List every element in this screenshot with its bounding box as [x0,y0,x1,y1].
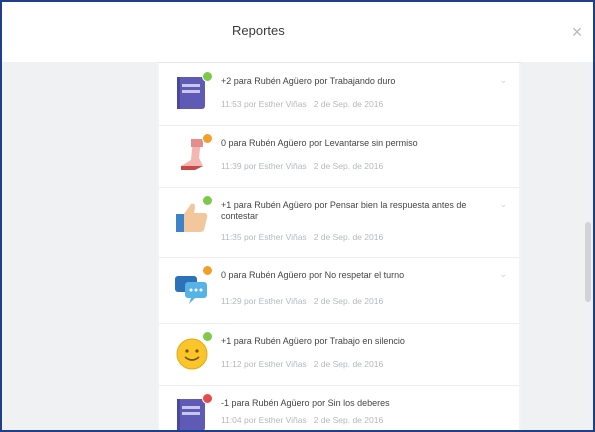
status-badge [202,71,213,82]
status-badge [202,195,213,206]
list-item[interactable]: +1 para Rubén Agüero por Trabajo en sile… [159,323,519,386]
chevron-down-icon[interactable]: ⌄ [499,75,507,86]
item-text: +2 para Rubén Agüero por Trabajando duro [221,76,396,86]
item-time: 11:39 por Esther Viñas [221,161,307,171]
status-badge [202,331,213,342]
list-item[interactable]: 0 para Rubén Agüero por Levantarse sin p… [159,125,519,188]
modal-title: Reportes [232,23,285,38]
item-meta: 11:29 por Esther Viñas 2 de Sep. de 2016 [221,296,383,306]
modal-header: Reportes × [2,2,593,63]
item-date: 2 de Sep. de 2016 [313,296,384,306]
item-time: 11:04 por Esther Viñas [221,415,307,425]
list-item[interactable]: 0 para Rubén Agüero por No respetar el t… [159,257,519,324]
item-time: 11:35 por Esther Viñas [221,232,307,242]
item-text: 0 para Rubén Agüero por Levantarse sin p… [221,138,418,148]
list-item[interactable]: +2 para Rubén Agüero por Trabajando duro… [159,63,519,126]
book-icon [173,393,213,430]
item-meta: 11:39 por Esther Viñas 2 de Sep. de 2016 [221,161,383,171]
item-meta: 11:35 por Esther Viñas 2 de Sep. de 2016 [221,232,383,242]
smiley-icon [173,331,213,372]
item-date: 2 de Sep. de 2016 [313,359,384,369]
scrollbar[interactable] [585,222,591,302]
item-date: 2 de Sep. de 2016 [313,99,384,109]
item-date: 2 de Sep. de 2016 [313,232,384,242]
item-time: 11:12 por Esther Viñas [221,359,307,369]
item-text: -1 para Rubén Agüero por Sin los deberes [221,398,390,408]
chat-bubbles-icon [173,265,213,306]
walking-leg-icon [173,133,213,174]
item-time: 11:29 por Esther Viñas [221,296,307,306]
status-badge [202,265,213,276]
item-date: 2 de Sep. de 2016 [313,161,384,171]
book-icon [173,71,213,112]
left-panel [2,62,157,430]
item-text: +1 para Rubén Agüero por Trabajo en sile… [221,336,405,346]
item-meta: 11:04 por Esther Viñas 2 de Sep. de 2016 [221,415,383,425]
chevron-down-icon[interactable]: ⌄ [499,199,507,210]
modal-window: Reportes × +2 para Rubén Agüero por Trab… [0,0,595,432]
thumbs-up-icon [173,195,213,236]
item-meta: 11:12 por Esther Viñas 2 de Sep. de 2016 [221,359,383,369]
right-panel [522,62,593,430]
chevron-down-icon[interactable]: ⌄ [499,269,507,280]
close-button[interactable]: × [567,22,587,42]
item-text: +1 para Rubén Agüero por Pensar bien la … [221,200,467,221]
status-badge [202,133,213,144]
status-badge [202,393,213,404]
item-text: 0 para Rubén Agüero por No respetar el t… [221,270,405,280]
item-date: 2 de Sep. de 2016 [313,415,384,425]
report-list: +2 para Rubén Agüero por Trabajando duro… [159,63,519,430]
item-time: 11:53 por Esther Viñas [221,99,307,109]
list-item[interactable]: +1 para Rubén Agüero por Pensar bien la … [159,187,519,258]
item-meta: 11:53 por Esther Viñas 2 de Sep. de 2016 [221,99,383,109]
list-item[interactable]: -1 para Rubén Agüero por Sin los deberes… [159,385,519,430]
